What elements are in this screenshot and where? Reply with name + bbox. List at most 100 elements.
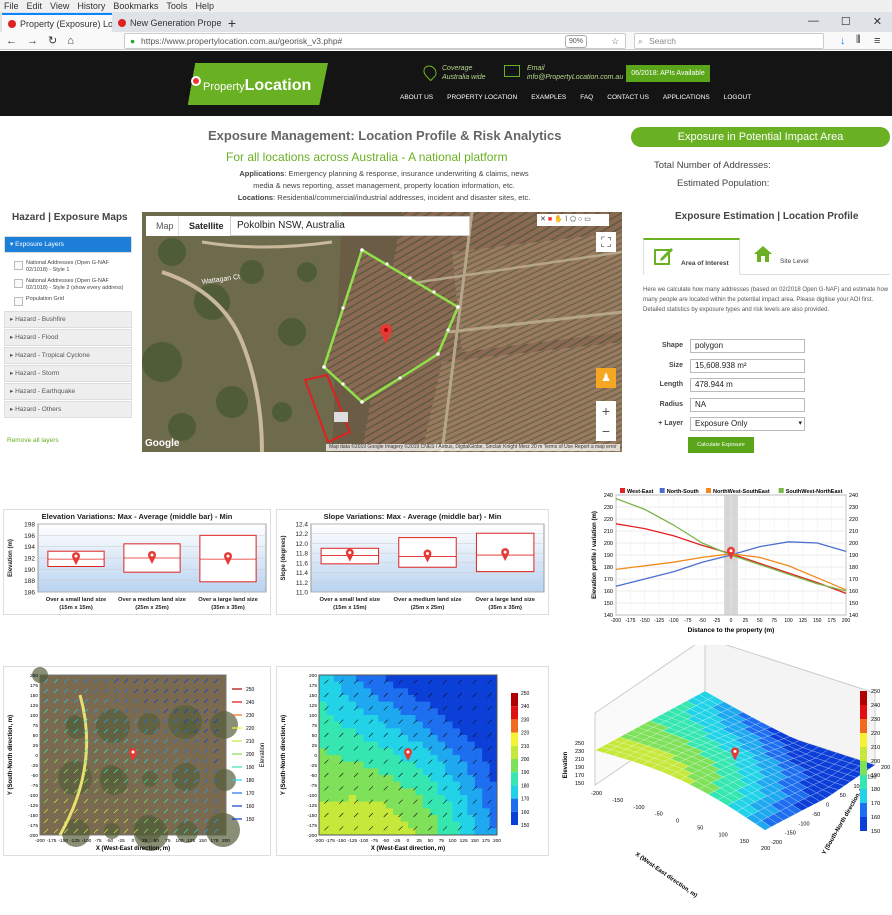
layer-select[interactable]: Exposure Only ▾ [690, 417, 805, 431]
nav-property-location[interactable]: PROPERTY LOCATION [447, 94, 517, 101]
y-tick-label: 150 [604, 601, 613, 607]
minimize-icon[interactable]: — [808, 15, 819, 28]
heatmap-cell [341, 815, 349, 822]
nav-examples[interactable]: EXAMPLES [531, 94, 566, 101]
heatmap-cell [333, 795, 342, 802]
y2-tick-label: 180 [849, 565, 858, 571]
heatmap-cell [445, 721, 453, 729]
menu-edit[interactable]: Edit [27, 0, 43, 12]
heatmap-cell [422, 728, 431, 736]
colorbar-tick-label: 170 [871, 801, 880, 807]
heatmap-cell [341, 775, 349, 782]
menu-icon[interactable]: ≡ [874, 35, 880, 47]
apis-available-button[interactable]: 06/2018: APIs Available [626, 65, 710, 82]
layer-checkbox-gnaf-2[interactable]: National Addresses (Open G-NAF 02/1018) … [4, 276, 132, 294]
browser-tab-1[interactable]: Property (Exposure) Location R✕ [2, 13, 112, 32]
heatmap-cell [467, 755, 476, 762]
email-value[interactable]: info@PropertyLocation.com.au [527, 73, 623, 82]
window-controls: — ☐ ✕ [798, 15, 892, 32]
menu-tools[interactable]: Tools [166, 0, 187, 12]
site-logo[interactable]: PropertyLocation [183, 63, 328, 105]
heatmap-cell [393, 728, 401, 736]
tab-site-level[interactable]: Site Level [743, 238, 840, 275]
impact-area-button[interactable]: Exposure in Potential Impact Area [631, 127, 890, 147]
colorbar-cell [860, 733, 867, 747]
menu-file[interactable]: File [4, 0, 19, 12]
remove-layers-link[interactable]: Remove all layers [7, 437, 59, 444]
heatmap-cell [489, 708, 498, 716]
heatmap-cell [459, 775, 468, 782]
nav-contact[interactable]: CONTACT US [607, 94, 649, 101]
search-input[interactable]: ⌕ Search [634, 33, 824, 49]
layer-checkbox-gnaf-1[interactable]: National Addresses (Open G-NAF 02/1018) … [4, 258, 132, 276]
heatmap-cell [422, 795, 431, 802]
heatmap-cell [489, 695, 498, 702]
home-icon[interactable]: ⌂ [67, 35, 74, 47]
zoom-in-button[interactable]: + [596, 401, 616, 421]
back-icon[interactable]: ← [6, 35, 17, 47]
new-tab-button[interactable]: + [222, 14, 242, 32]
hazard-earthquake-header[interactable]: ▸ Hazard - Earthquake [4, 383, 132, 400]
slope-variation-plot: 11.0 11.2 11.4 11.6 11.8 12.0 12.2 12.4 Slope (d… [281, 522, 545, 611]
map-location-input[interactable]: Pokolbin NSW, Australia [230, 216, 470, 236]
nav-faq[interactable]: FAQ [580, 94, 593, 101]
heatmap-cell [385, 828, 394, 836]
legend-label: 200 [246, 752, 255, 758]
coverage-value: Australia wide [442, 74, 486, 81]
length-row: Length 478.944 m [648, 378, 808, 392]
hazard-bushfire-header[interactable]: ▸ Hazard - Bushfire [4, 311, 132, 328]
browser-tab-2[interactable]: New Generation Property Locati✕ [112, 13, 222, 32]
satellite-map[interactable]: Wattagan Ct Map Satellite Pokolbin NSW, … [142, 212, 622, 452]
library-icon[interactable]: ⫴ [856, 34, 861, 47]
x-tick-label: -100 [82, 838, 92, 844]
hazard-others-header[interactable]: ▸ Hazard - Others [4, 401, 132, 418]
tab-area-of-interest[interactable]: Area of Interest [643, 238, 740, 275]
heatmap-cell [378, 768, 387, 776]
heatmap-cell [489, 775, 498, 782]
radius-field[interactable]: NA [690, 398, 805, 412]
nav-applications[interactable]: APPLICATIONS [663, 94, 710, 101]
hazard-storm-header[interactable]: ▸ Hazard - Storm [4, 365, 132, 382]
nav-logout[interactable]: LOGOUT [724, 94, 751, 101]
heatmap-cell [437, 715, 446, 722]
size-field[interactable]: 15,608.938 m² [690, 359, 805, 373]
tree-cluster [172, 763, 200, 791]
y-tick-label: -100 [799, 821, 810, 827]
heatmap-cell [452, 808, 461, 816]
menu-help[interactable]: Help [195, 0, 214, 12]
property-pin-icon [74, 554, 78, 558]
exposure-layers-header[interactable]: ▾ Exposure Layers [4, 236, 132, 253]
reload-icon[interactable]: ↻ [48, 34, 57, 47]
property-pin-icon [733, 749, 737, 753]
heatmap-cell [474, 761, 483, 769]
url-bar[interactable]: ● https://www.propertylocation.com.au/ge… [124, 33, 626, 49]
bookmark-star-icon[interactable]: ☆ [611, 34, 619, 48]
shape-field[interactable]: polygon [690, 339, 805, 353]
download-icon[interactable]: ↓ [840, 35, 846, 47]
close-window-icon[interactable]: ✕ [873, 15, 882, 28]
layer-checkbox-population[interactable]: Population Grid [4, 294, 132, 306]
zoom-badge[interactable]: 90% [564, 35, 587, 48]
colorbar-tick-label: 170 [521, 797, 530, 803]
length-field[interactable]: 478.944 m [690, 378, 805, 392]
size-label: Size [668, 362, 683, 369]
heatmap-cell [356, 735, 364, 742]
property-pin-icon [406, 750, 410, 754]
hazard-cyclone-header[interactable]: ▸ Hazard - Tropical Cyclone [4, 347, 132, 364]
map-type-satellite-button[interactable]: Satellite [178, 216, 234, 236]
zoom-out-button[interactable]: − [596, 421, 616, 441]
legend-label: 230 [246, 713, 255, 719]
forward-icon[interactable]: → [27, 35, 38, 47]
hazard-flood-header[interactable]: ▸ Hazard - Flood [4, 329, 132, 346]
maximize-icon[interactable]: ☐ [841, 15, 851, 28]
fullscreen-icon[interactable]: ⛶ [596, 232, 616, 252]
menu-bookmarks[interactable]: Bookmarks [113, 0, 158, 12]
menu-view[interactable]: View [50, 0, 69, 12]
drawing-toolbar[interactable]: ✕ ■ ✋ ⌇ ⬠ ○ ▭ [537, 214, 609, 226]
menu-history[interactable]: History [77, 0, 105, 12]
heatmap-cell [452, 741, 461, 749]
nav-about[interactable]: ABOUT US [400, 94, 433, 101]
calculate-exposure-button[interactable]: Calculate Exposure [688, 437, 754, 453]
street-view-pegman-icon[interactable]: ♟ [596, 368, 616, 388]
heatmap-cell [356, 695, 364, 702]
